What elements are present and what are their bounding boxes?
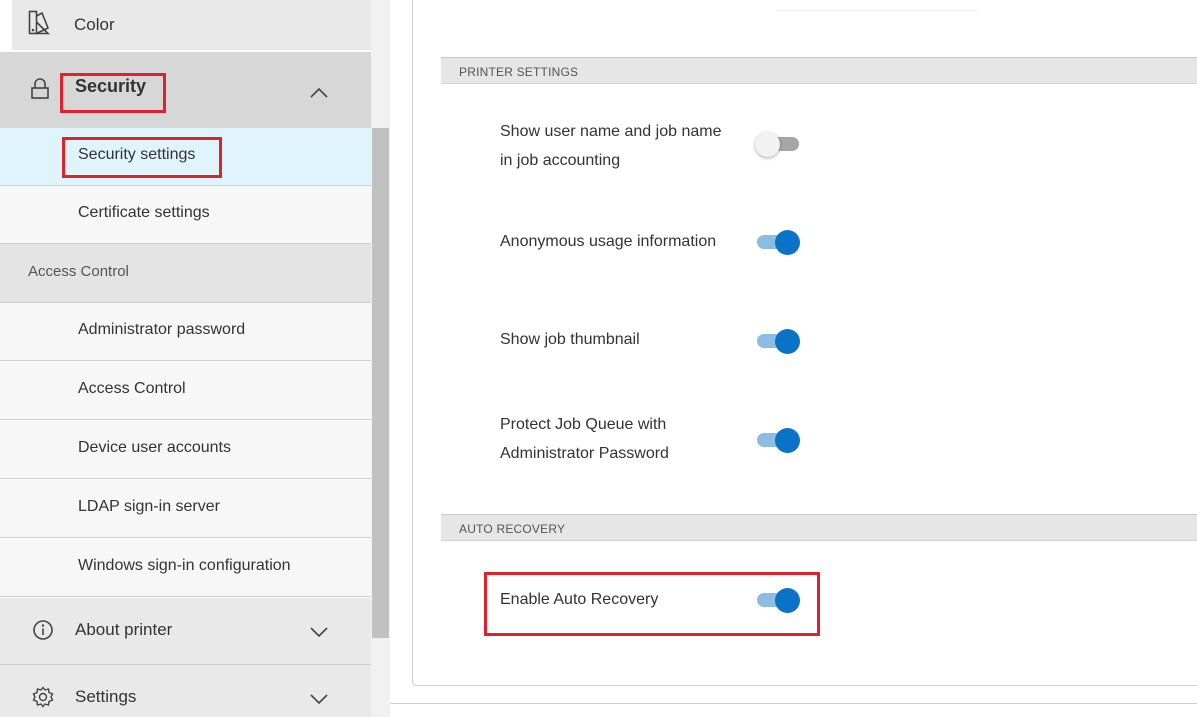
toggle-knob <box>775 329 800 354</box>
toggle-protect-job-queue[interactable] <box>757 428 800 453</box>
sidebar-item-label: Color <box>74 15 115 34</box>
sidebar-item-label: LDAP sign-in server <box>78 498 220 515</box>
setting-label-line: Show user name and job name <box>500 123 722 140</box>
sidebar-section-security[interactable]: Security <box>0 52 371 128</box>
color-palette-icon <box>28 10 50 36</box>
setting-label-line: Show job thumbnail <box>500 331 640 348</box>
highlight-box-security <box>60 73 166 113</box>
sidebar-section-about-printer[interactable]: About printer <box>0 598 371 664</box>
toggle-show-user-name[interactable] <box>755 132 799 157</box>
setting-label: Show job thumbnail <box>500 325 640 354</box>
sidebar-item-label: Access Control <box>78 380 186 397</box>
toggle-knob <box>775 428 800 453</box>
sidebar: Color Security Security settings Certifi… <box>0 0 390 717</box>
chevron-down-icon[interactable] <box>310 625 328 638</box>
highlight-box-security-settings <box>62 137 222 178</box>
section-header-auto-recovery: AUTO RECOVERY <box>441 514 1197 541</box>
section-header-label: AUTO RECOVERY <box>459 522 566 536</box>
sidebar-scrollbar-thumb[interactable] <box>372 128 389 638</box>
sidebar-item-label: Administrator password <box>78 321 246 338</box>
setting-label-line: Administrator Password <box>500 445 669 462</box>
chevron-down-icon[interactable] <box>310 692 328 705</box>
sidebar-section-label: Settings <box>75 687 137 706</box>
toggle-anonymous-usage[interactable] <box>757 230 800 255</box>
info-icon <box>32 619 54 641</box>
sidebar-item-administrator-password[interactable]: Administrator password <box>0 303 371 361</box>
toggle-show-job-thumbnail[interactable] <box>757 329 800 354</box>
sidebar-group-access-control: Access Control <box>0 244 371 303</box>
toggle-knob <box>775 230 800 255</box>
sidebar-item-certificate-settings[interactable]: Certificate settings <box>0 186 371 244</box>
section-header-printer-settings: PRINTER SETTINGS <box>441 57 1197 84</box>
setting-label-line: in job accounting <box>500 152 621 169</box>
sidebar-item-color[interactable]: Color <box>12 0 371 50</box>
sidebar-item-label: Certificate settings <box>78 204 210 221</box>
sidebar-item-label: Windows sign-in configuration <box>78 557 291 574</box>
setting-label-line: Anonymous usage information <box>500 233 717 250</box>
setting-label-line: Protect Job Queue with <box>500 416 667 433</box>
divider <box>777 10 977 11</box>
lock-icon <box>30 78 50 100</box>
section-header-label: PRINTER SETTINGS <box>459 65 579 79</box>
toggle-knob <box>755 132 780 157</box>
setting-label: Anonymous usage information <box>500 227 716 256</box>
sidebar-item-ldap-sign-in-server[interactable]: LDAP sign-in server <box>0 480 371 538</box>
sidebar-item-device-user-accounts[interactable]: Device user accounts <box>0 421 371 479</box>
chevron-up-icon[interactable] <box>310 86 328 98</box>
highlight-box-auto-recovery <box>484 572 820 636</box>
sidebar-item-label: Device user accounts <box>78 439 231 456</box>
sidebar-section-settings[interactable]: Settings <box>0 665 371 717</box>
sidebar-section-label: About printer <box>75 620 173 639</box>
sidebar-item-windows-sign-in-configuration[interactable]: Windows sign-in configuration <box>0 539 371 597</box>
setting-label: Show user name and job name in job accou… <box>500 117 721 175</box>
sidebar-item-access-control[interactable]: Access Control <box>0 362 371 420</box>
sidebar-group-label: Access Control <box>28 263 129 280</box>
gear-icon <box>32 686 54 708</box>
divider <box>390 703 1197 704</box>
setting-label: Protect Job Queue with Administrator Pas… <box>500 410 669 468</box>
